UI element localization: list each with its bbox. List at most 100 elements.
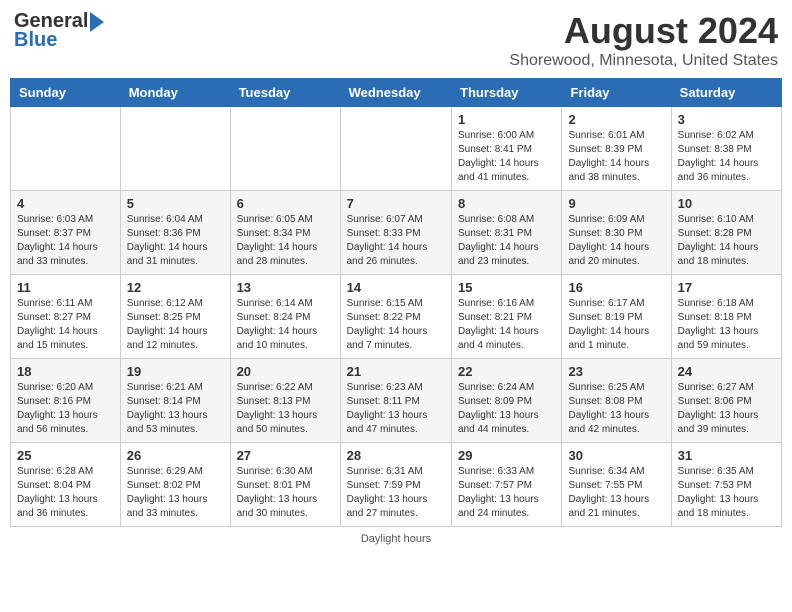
- col-saturday: Saturday: [671, 79, 781, 107]
- week-row-3: 11 Sunrise: 6:11 AM Sunset: 8:27 PM Dayli…: [11, 275, 782, 359]
- day-info: Sunrise: 6:34 AM Sunset: 7:55 PM Dayligh…: [568, 465, 664, 521]
- day-number: 12: [127, 280, 224, 295]
- week-row-4: 18 Sunrise: 6:20 AM Sunset: 8:16 PM Dayli…: [11, 359, 782, 443]
- table-cell: 7 Sunrise: 6:07 AM Sunset: 8:33 PM Daylig…: [340, 191, 451, 275]
- table-cell: 15 Sunrise: 6:16 AM Sunset: 8:21 PM Dayli…: [452, 275, 562, 359]
- day-info: Sunrise: 6:03 AM Sunset: 8:37 PM Dayligh…: [17, 213, 114, 269]
- table-cell: 3 Sunrise: 6:02 AM Sunset: 8:38 PM Daylig…: [671, 107, 781, 191]
- week-row-2: 4 Sunrise: 6:03 AM Sunset: 8:37 PM Daylig…: [11, 191, 782, 275]
- table-cell: 27 Sunrise: 6:30 AM Sunset: 8:01 PM Dayli…: [230, 443, 340, 527]
- logo-blue-text: Blue: [14, 29, 57, 52]
- day-number: 31: [678, 448, 775, 463]
- table-cell: [230, 107, 340, 191]
- day-info: Sunrise: 6:01 AM Sunset: 8:39 PM Dayligh…: [568, 129, 664, 185]
- day-info: Sunrise: 6:10 AM Sunset: 8:28 PM Dayligh…: [678, 213, 775, 269]
- day-number: 27: [237, 448, 334, 463]
- table-cell: 5 Sunrise: 6:04 AM Sunset: 8:36 PM Daylig…: [120, 191, 230, 275]
- day-info: Sunrise: 6:04 AM Sunset: 8:36 PM Dayligh…: [127, 213, 224, 269]
- day-number: 5: [127, 196, 224, 211]
- week-row-5: 25 Sunrise: 6:28 AM Sunset: 8:04 PM Dayli…: [11, 443, 782, 527]
- day-info: Sunrise: 6:11 AM Sunset: 8:27 PM Dayligh…: [17, 297, 114, 353]
- table-cell: 18 Sunrise: 6:20 AM Sunset: 8:16 PM Dayli…: [11, 359, 121, 443]
- table-cell: 6Sunrise: 6:05 AM Sunset: 8:34 PM Daylig…: [230, 191, 340, 275]
- day-info: Sunrise: 6:20 AM Sunset: 8:16 PM Dayligh…: [17, 381, 114, 437]
- day-number: 10: [678, 196, 775, 211]
- col-thursday: Thursday: [452, 79, 562, 107]
- table-cell: 9 Sunrise: 6:09 AM Sunset: 8:30 PM Daylig…: [562, 191, 671, 275]
- table-cell: 12 Sunrise: 6:12 AM Sunset: 8:25 PM Dayli…: [120, 275, 230, 359]
- footer: Daylight hours: [10, 533, 782, 545]
- day-info: Sunrise: 6:25 AM Sunset: 8:08 PM Dayligh…: [568, 381, 664, 437]
- day-info: Sunrise: 6:18 AM Sunset: 8:18 PM Dayligh…: [678, 297, 775, 353]
- day-info: Sunrise: 6:27 AM Sunset: 8:06 PM Dayligh…: [678, 381, 775, 437]
- table-cell: 2 Sunrise: 6:01 AM Sunset: 8:39 PM Daylig…: [562, 107, 671, 191]
- day-number: 24: [678, 364, 775, 379]
- day-info: Sunrise: 6:29 AM Sunset: 8:02 PM Dayligh…: [127, 465, 224, 521]
- day-number: 23: [568, 364, 664, 379]
- table-cell: 8 Sunrise: 6:08 AM Sunset: 8:31 PM Daylig…: [452, 191, 562, 275]
- day-info: Sunrise: 6:00 AM Sunset: 8:41 PM Dayligh…: [458, 129, 555, 185]
- day-number: 29: [458, 448, 555, 463]
- page-header: General Blue August 2024 Shorewood, Minn…: [10, 10, 782, 70]
- table-cell: 4 Sunrise: 6:03 AM Sunset: 8:37 PM Daylig…: [11, 191, 121, 275]
- daylight-label: Daylight hours: [361, 533, 431, 545]
- day-info: Sunrise: 6:08 AM Sunset: 8:31 PM Dayligh…: [458, 213, 555, 269]
- day-info: Sunrise: 6:21 AM Sunset: 8:14 PM Dayligh…: [127, 381, 224, 437]
- day-info: Sunrise: 6:28 AM Sunset: 8:04 PM Dayligh…: [17, 465, 114, 521]
- day-info: Sunrise: 6:07 AM Sunset: 8:33 PM Dayligh…: [347, 213, 445, 269]
- table-cell: 11 Sunrise: 6:11 AM Sunset: 8:27 PM Dayli…: [11, 275, 121, 359]
- day-info: Sunrise: 6:09 AM Sunset: 8:30 PM Dayligh…: [568, 213, 664, 269]
- day-info: Sunrise: 6:33 AM Sunset: 7:57 PM Dayligh…: [458, 465, 555, 521]
- day-info: Sunrise: 6:35 AM Sunset: 7:53 PM Dayligh…: [678, 465, 775, 521]
- day-number: 14: [347, 280, 445, 295]
- day-number: 4: [17, 196, 114, 211]
- day-number: 15: [458, 280, 555, 295]
- day-number: 28: [347, 448, 445, 463]
- col-friday: Friday: [562, 79, 671, 107]
- title-block: August 2024 Shorewood, Minnesota, United…: [509, 10, 778, 70]
- table-cell: 20Sunrise: 6:22 AM Sunset: 8:13 PM Dayli…: [230, 359, 340, 443]
- day-number: 25: [17, 448, 114, 463]
- day-info: Sunrise: 6:30 AM Sunset: 8:01 PM Dayligh…: [237, 465, 334, 521]
- table-cell: 25 Sunrise: 6:28 AM Sunset: 8:04 PM Dayli…: [11, 443, 121, 527]
- day-number: 8: [458, 196, 555, 211]
- day-info: Sunrise: 6:05 AM Sunset: 8:34 PM Dayligh…: [237, 213, 334, 269]
- day-number: 9: [568, 196, 664, 211]
- day-number: 3: [678, 112, 775, 127]
- day-number: 11: [17, 280, 114, 295]
- day-info: Sunrise: 6:16 AM Sunset: 8:21 PM Dayligh…: [458, 297, 555, 353]
- logo-triangle-icon: [90, 12, 104, 32]
- table-cell: 30Sunrise: 6:34 AM Sunset: 7:55 PM Dayli…: [562, 443, 671, 527]
- col-tuesday: Tuesday: [230, 79, 340, 107]
- col-sunday: Sunday: [11, 79, 121, 107]
- day-number: 26: [127, 448, 224, 463]
- table-cell: 23 Sunrise: 6:25 AM Sunset: 8:08 PM Dayli…: [562, 359, 671, 443]
- week-row-1: 1 Sunrise: 6:00 AM Sunset: 8:41 PM Daylig…: [11, 107, 782, 191]
- day-info: Sunrise: 6:23 AM Sunset: 8:11 PM Dayligh…: [347, 381, 445, 437]
- col-wednesday: Wednesday: [340, 79, 451, 107]
- day-info: Sunrise: 6:12 AM Sunset: 8:25 PM Dayligh…: [127, 297, 224, 353]
- month-year-title: August 2024: [509, 10, 778, 52]
- day-info: Sunrise: 6:02 AM Sunset: 8:38 PM Dayligh…: [678, 129, 775, 185]
- table-cell: [11, 107, 121, 191]
- table-cell: 24 Sunrise: 6:27 AM Sunset: 8:06 PM Dayli…: [671, 359, 781, 443]
- day-number: 2: [568, 112, 664, 127]
- calendar-table: Sunday Monday Tuesday Wednesday Thursday…: [10, 78, 782, 527]
- day-number: 18: [17, 364, 114, 379]
- day-info: Sunrise: 6:17 AM Sunset: 8:19 PM Dayligh…: [568, 297, 664, 353]
- day-info: Sunrise: 6:24 AM Sunset: 8:09 PM Dayligh…: [458, 381, 555, 437]
- day-number: 7: [347, 196, 445, 211]
- table-cell: 17 Sunrise: 6:18 AM Sunset: 8:18 PM Dayli…: [671, 275, 781, 359]
- day-number: 1: [458, 112, 555, 127]
- table-cell: 1 Sunrise: 6:00 AM Sunset: 8:41 PM Daylig…: [452, 107, 562, 191]
- day-number: 21: [347, 364, 445, 379]
- day-info: Sunrise: 6:31 AM Sunset: 7:59 PM Dayligh…: [347, 465, 445, 521]
- table-cell: 22Sunrise: 6:24 AM Sunset: 8:09 PM Dayli…: [452, 359, 562, 443]
- day-info: Sunrise: 6:22 AM Sunset: 8:13 PM Dayligh…: [237, 381, 334, 437]
- table-cell: 31 Sunrise: 6:35 AM Sunset: 7:53 PM Dayli…: [671, 443, 781, 527]
- day-number: 16: [568, 280, 664, 295]
- table-cell: 10 Sunrise: 6:10 AM Sunset: 8:28 PM Dayli…: [671, 191, 781, 275]
- day-info: Sunrise: 6:15 AM Sunset: 8:22 PM Dayligh…: [347, 297, 445, 353]
- day-number: 17: [678, 280, 775, 295]
- table-cell: 29 Sunrise: 6:33 AM Sunset: 7:57 PM Dayli…: [452, 443, 562, 527]
